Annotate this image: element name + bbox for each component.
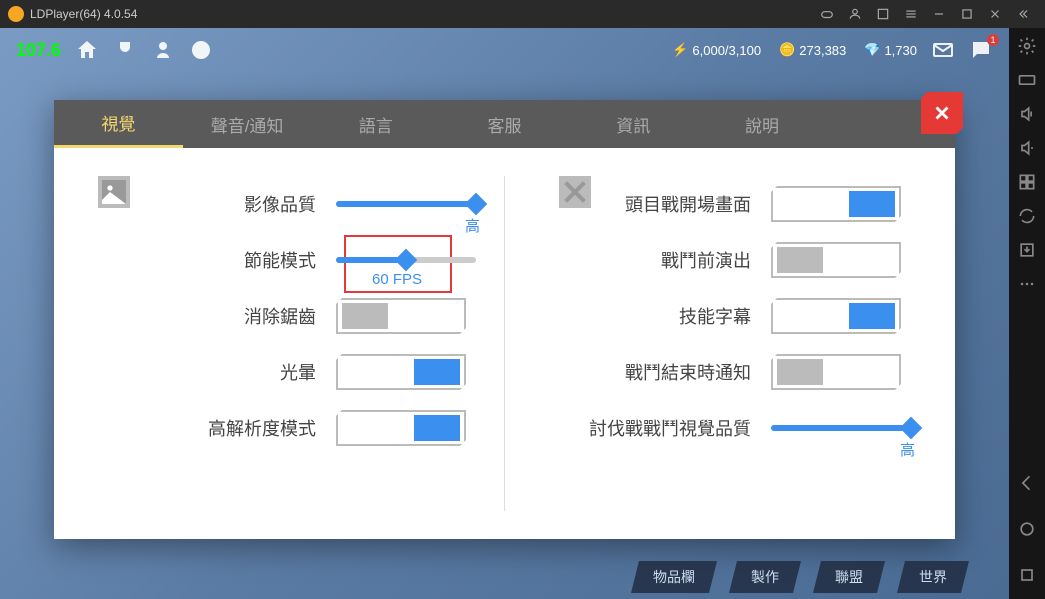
game-viewport: 107.6 ⚡ 6,000/3,100 🪙 273,383 💎 1,730 1 …	[0, 28, 1009, 599]
nav-craft[interactable]: 製作	[729, 561, 801, 593]
bottom-nav: 物品欄 製作 聯盟 世界	[631, 561, 969, 593]
settings-tabs: 視覺 聲音/通知 語言 客服 資訊 說明	[54, 100, 955, 148]
label-high-res: 高解析度模式	[208, 415, 316, 441]
setting-high-res: 高解析度模式	[98, 400, 476, 456]
volume-down-icon[interactable]	[1017, 138, 1037, 158]
settings-modal: 視覺 聲音/通知 語言 客服 資訊 說明 影像品質	[54, 100, 955, 539]
toggle-antialiasing[interactable]	[336, 298, 466, 334]
setting-battle-end-notif: 戰鬥結束時通知	[533, 344, 911, 400]
tab-support[interactable]: 客服	[440, 100, 569, 148]
back-icon[interactable]	[1017, 473, 1037, 493]
gem-icon: 💎	[864, 42, 880, 58]
currency-gem[interactable]: 💎 1,730	[864, 42, 917, 58]
mail-icon[interactable]	[931, 38, 955, 62]
install-apk-icon[interactable]	[1017, 240, 1037, 260]
character-icon[interactable]	[151, 38, 175, 62]
recent-icon[interactable]	[1017, 565, 1037, 585]
ldplayer-logo-icon	[8, 6, 24, 22]
slider-value-power-saving: 60 FPS	[372, 271, 422, 288]
slider-power-saving[interactable]: 60 FPS	[336, 257, 476, 263]
settings-right-column: 頭目戰開場畫面 戰鬥前演出 技能字幕 戰鬥結束時通知 討伐戰戰鬥視覺品質	[513, 176, 931, 511]
tab-info[interactable]: 資訊	[569, 100, 698, 148]
slider-value-raid-quality: 高	[900, 439, 915, 460]
minimize-button[interactable]	[925, 0, 953, 28]
modal-close-button[interactable]	[921, 92, 963, 134]
setting-antialiasing: 消除鋸齒	[98, 288, 476, 344]
toggle-battle-end-notif[interactable]	[771, 354, 901, 390]
chat-badge: 1	[987, 34, 999, 46]
gold-icon: 🪙	[779, 42, 795, 58]
maximize-button[interactable]	[953, 0, 981, 28]
trophy-icon[interactable]	[113, 38, 137, 62]
nav-inventory[interactable]: 物品欄	[631, 561, 717, 593]
toggle-bloom[interactable]	[336, 354, 466, 390]
menu-icon[interactable]	[897, 0, 925, 28]
titlebar: LDPlayer(64) 4.0.54	[0, 0, 1045, 28]
label-battle-end-notif: 戰鬥結束時通知	[625, 359, 751, 385]
slider-image-quality[interactable]: 高	[336, 201, 476, 207]
more-icon[interactable]	[1017, 274, 1037, 294]
gem-value: 1,730	[884, 43, 917, 58]
user-icon[interactable]	[841, 0, 869, 28]
label-image-quality: 影像品質	[244, 191, 316, 217]
label-antialiasing: 消除鋸齒	[244, 303, 316, 329]
gamepad-icon[interactable]	[813, 0, 841, 28]
toggle-high-res[interactable]	[336, 410, 466, 446]
setting-pre-battle: 戰鬥前演出	[533, 232, 911, 288]
label-pre-battle: 戰鬥前演出	[661, 247, 751, 273]
volume-up-icon[interactable]	[1017, 104, 1037, 124]
tab-help[interactable]: 說明	[698, 100, 827, 148]
setting-raid-quality: 討伐戰戰鬥視覺品質 高	[533, 400, 911, 456]
keyboard-icon[interactable]	[1017, 70, 1037, 90]
fullscreen-icon[interactable]	[869, 0, 897, 28]
tab-sound[interactable]: 聲音/通知	[183, 100, 312, 148]
home-icon[interactable]	[75, 38, 99, 62]
close-button[interactable]	[981, 0, 1009, 28]
home-nav-icon[interactable]	[1017, 519, 1037, 539]
label-boss-intro: 頭目戰開場畫面	[625, 191, 751, 217]
app-title: LDPlayer(64) 4.0.54	[30, 7, 137, 21]
sync-icon[interactable]	[1017, 206, 1037, 226]
tab-language[interactable]: 語言	[311, 100, 440, 148]
label-power-saving: 節能模式	[244, 247, 316, 273]
label-bloom: 光暈	[280, 359, 316, 385]
fps-counter: 107.6	[16, 40, 61, 61]
nav-guild[interactable]: 聯盟	[813, 561, 885, 593]
nav-world[interactable]: 世界	[897, 561, 969, 593]
tab-visual[interactable]: 視覺	[54, 100, 183, 148]
settings-left-column: 影像品質 高 節能模式 60 FPS 消除鋸齒	[78, 176, 496, 511]
setting-bloom: 光暈	[98, 344, 476, 400]
setting-boss-intro: 頭目戰開場畫面	[533, 176, 911, 232]
chat-icon[interactable]: 1	[969, 38, 993, 62]
stamina-icon: ⚡	[672, 42, 688, 58]
setting-skill-subtitle: 技能字幕	[533, 288, 911, 344]
stamina-value: 6,000/3,100	[692, 43, 761, 58]
setting-image-quality: 影像品質 高	[98, 176, 476, 232]
multi-instance-icon[interactable]	[1017, 172, 1037, 192]
column-divider	[504, 176, 505, 511]
social-icon[interactable]	[189, 38, 213, 62]
toggle-skill-subtitle[interactable]	[771, 298, 901, 334]
toggle-pre-battle[interactable]	[771, 242, 901, 278]
collapse-sidebar-icon[interactable]	[1009, 0, 1037, 28]
setting-power-saving: 節能模式 60 FPS	[98, 232, 476, 288]
currency-stamina[interactable]: ⚡ 6,000/3,100	[672, 42, 761, 58]
label-raid-quality: 討伐戰戰鬥視覺品質	[589, 415, 751, 441]
toggle-boss-intro[interactable]	[771, 186, 901, 222]
slider-raid-quality[interactable]: 高	[771, 425, 911, 431]
emulator-sidebar	[1009, 28, 1045, 599]
currency-gold[interactable]: 🪙 273,383	[779, 42, 846, 58]
gold-value: 273,383	[799, 43, 846, 58]
label-skill-subtitle: 技能字幕	[679, 303, 751, 329]
settings-gear-icon[interactable]	[1017, 36, 1037, 56]
game-topbar: 107.6 ⚡ 6,000/3,100 🪙 273,383 💎 1,730 1	[0, 28, 1009, 72]
